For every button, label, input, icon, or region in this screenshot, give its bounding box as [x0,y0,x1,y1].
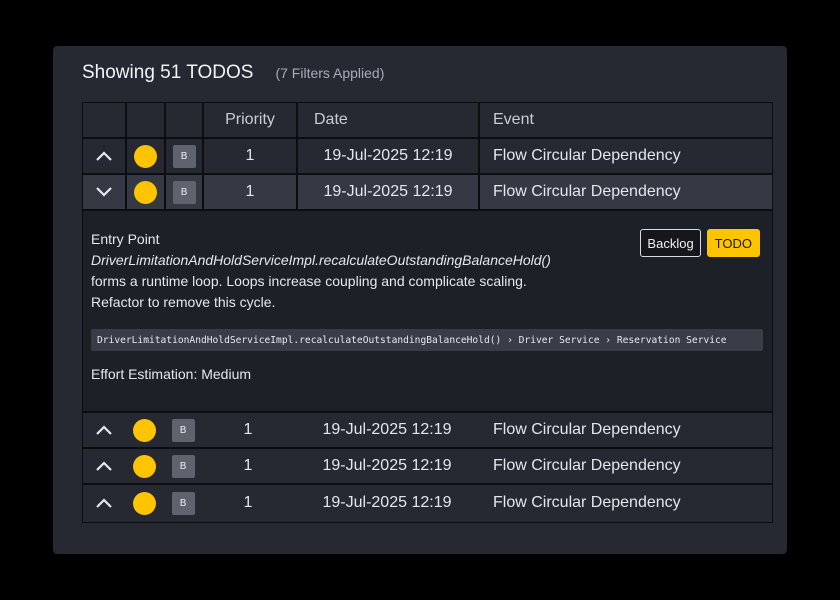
type-badge: B [171,454,195,478]
status-cell [127,175,166,209]
date-cell: 19-Jul-2025 12:19 [322,421,452,438]
status-dot-icon [134,144,157,168]
panel-header: Showing 51 TODOS (7 Filters Applied) [82,62,384,84]
status-cell [124,485,164,521]
entry-point-function: DriverLimitationAndHoldServiceImpl.recal… [91,252,551,268]
header-date[interactable]: Date [298,103,480,137]
chevron-up-icon [95,461,112,471]
priority-cell: 1 [204,175,298,209]
expand-toggle[interactable] [83,449,124,483]
type-badge: B [171,418,195,442]
todo-panel: Showing 51 TODOS (7 Filters Applied) Pri… [53,46,787,554]
todo-table: Priority Date Event B 1 19-Jul-2025 12:1… [82,102,773,523]
detail-line-2: Refactor to remove this cycle. [91,294,276,310]
backlog-button[interactable]: Backlog [640,229,701,257]
chevron-up-icon [96,151,112,161]
priority-cell: 1 [243,457,253,474]
table-row[interactable]: B 1 19-Jul-2025 12:19 Flow Circular Depe… [83,485,772,521]
type-badge: B [172,180,196,204]
header-badge-col [166,103,204,137]
badge-cell: B [164,449,202,483]
filters-applied[interactable]: (7 Filters Applied) [275,65,384,81]
row-detail: Entry Point DriverLimitationAndHoldServi… [83,211,772,413]
status-dot-icon [134,180,157,204]
status-cell [124,449,164,483]
detail-actions: Backlog TODO [640,229,760,257]
event-cell: Flow Circular Dependency [493,147,681,164]
status-cell [127,139,166,173]
priority-cell: 1 [243,421,253,438]
header-status-col [127,103,166,137]
date-cell: 19-Jul-2025 12:19 [298,139,480,173]
table-row[interactable]: B 1 19-Jul-2025 12:19 Flow Circular Depe… [83,449,772,485]
header-event[interactable]: Event [480,103,772,137]
date-cell: 19-Jul-2025 12:19 [298,175,480,209]
expand-toggle[interactable] [83,413,124,447]
event-cell: Flow Circular Dependency [493,494,681,511]
todo-button[interactable]: TODO [706,229,760,257]
date-cell: 19-Jul-2025 12:19 [322,457,452,474]
status-dot-icon [132,454,156,478]
detail-line-1: forms a runtime loop. Loops increase cou… [91,273,527,289]
header-priority[interactable]: Priority [204,103,298,137]
effort-estimation: Effort Estimation: Medium [91,366,252,382]
table-header: Priority Date Event [83,103,772,139]
expand-toggle[interactable] [83,175,127,209]
dependency-path: DriverLimitationAndHoldServiceImpl.recal… [91,329,763,351]
page-title: Showing 51 TODOS [82,62,254,83]
type-badge: B [171,491,195,515]
detail-description: Entry Point DriverLimitationAndHoldServi… [91,229,551,313]
expand-toggle[interactable] [83,139,127,173]
header-expand-col [83,103,127,137]
table-row[interactable]: B 1 19-Jul-2025 12:19 Flow Circular Depe… [83,413,772,449]
event-cell: Flow Circular Dependency [493,183,681,200]
chevron-up-icon [95,498,112,508]
priority-cell: 1 [243,494,253,511]
badge-cell: B [164,413,202,447]
status-cell [124,413,164,447]
type-badge: B [172,144,196,168]
event-cell: Flow Circular Dependency [493,421,681,438]
status-dot-icon [132,418,156,442]
priority-cell: 1 [204,139,298,173]
event-cell: Flow Circular Dependency [493,457,681,474]
expand-toggle[interactable] [83,485,124,521]
chevron-down-icon [96,187,112,197]
badge-cell: B [166,139,204,173]
badge-cell: B [166,175,204,209]
badge-cell: B [164,485,202,521]
status-dot-icon [132,491,156,515]
table-row[interactable]: B 1 19-Jul-2025 12:19 Flow Circular Depe… [83,139,772,175]
chevron-up-icon [95,425,112,435]
table-row-expanded[interactable]: B 1 19-Jul-2025 12:19 Flow Circular Depe… [83,175,772,211]
entry-point-label: Entry Point [91,231,160,247]
date-cell: 19-Jul-2025 12:19 [322,494,452,511]
